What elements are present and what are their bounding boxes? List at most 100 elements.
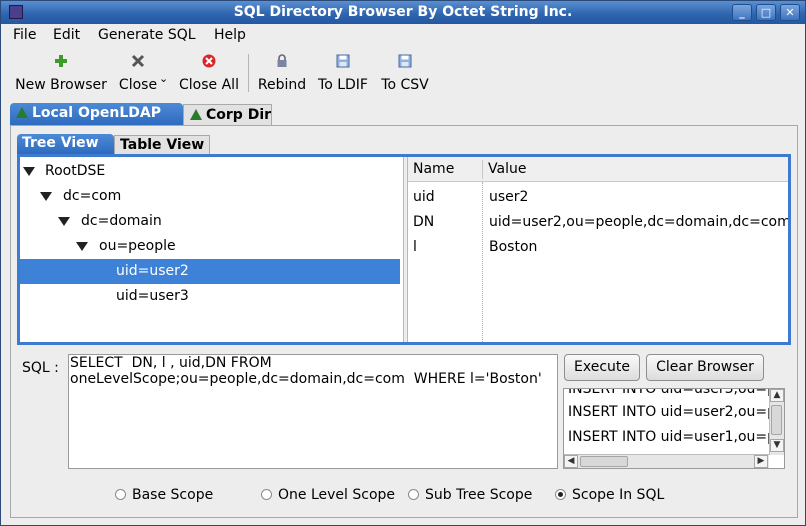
attribute-name: DN xyxy=(413,214,435,230)
maximize-button[interactable]: □ xyxy=(756,4,776,21)
horizontal-scrollbar[interactable]: ◀ ▶ xyxy=(564,454,769,468)
scroll-thumb[interactable] xyxy=(580,456,628,467)
sql-query-input[interactable]: SELECT DN, l , uid,DN FROM oneLevelScope… xyxy=(68,354,558,469)
attribute-table[interactable]: Name Value uid user2 DN uid=user2,ou=peo… xyxy=(408,157,788,342)
to-ldif-button[interactable]: To LDIF xyxy=(317,54,369,93)
menu-file[interactable]: File xyxy=(13,27,36,43)
column-header-name[interactable]: Name xyxy=(413,161,454,177)
sql-label: SQL : xyxy=(22,360,59,376)
table-row[interactable]: DN uid=user2,ou=people,dc=domain,dc=com xyxy=(408,210,788,235)
plus-icon xyxy=(55,55,67,67)
list-item[interactable]: INSERT INTO uid=user2,ou=people xyxy=(568,404,784,420)
scroll-up-icon[interactable]: ▲ xyxy=(770,389,784,402)
tree-view-panel: RootDSE dc=com dc=domain ou=people uid=u… xyxy=(17,154,791,345)
rebind-button[interactable]: Rebind xyxy=(257,54,307,93)
tree-node-label: uid=user3 xyxy=(116,288,189,304)
menu-edit[interactable]: Edit xyxy=(53,27,80,43)
scroll-down-icon[interactable]: ▼ xyxy=(770,439,784,452)
tree-node[interactable]: dc=com xyxy=(20,184,400,209)
list-item[interactable]: INSERT INTO uid=user1,ou=people xyxy=(568,429,784,445)
tree-node-selected[interactable]: uid=user2 xyxy=(20,259,400,284)
tree-node-label: dc=com xyxy=(63,188,122,204)
save-icon xyxy=(398,54,412,68)
close-all-button[interactable]: Close All xyxy=(177,54,241,93)
tab-table-view[interactable]: Table View xyxy=(114,135,210,155)
radio-button[interactable] xyxy=(408,489,419,500)
minimize-icon: _ xyxy=(739,6,745,19)
menu-help[interactable]: Help xyxy=(214,27,246,43)
window-title: SQL Directory Browser By Octet String In… xyxy=(233,4,573,20)
directory-triangle-icon xyxy=(190,109,202,120)
expanded-arrow-icon[interactable] xyxy=(76,242,88,251)
to-csv-button[interactable]: To CSV xyxy=(380,54,430,93)
expanded-arrow-icon[interactable] xyxy=(23,167,35,176)
radio-label: One Level Scope xyxy=(278,487,396,503)
tree-node-label: RootDSE xyxy=(45,163,106,179)
radio-button[interactable] xyxy=(115,489,126,500)
scroll-left-icon[interactable]: ◀ xyxy=(564,455,578,468)
tree-node-label: dc=domain xyxy=(81,213,162,229)
table-row[interactable]: uid user2 xyxy=(408,185,788,210)
tab-corp-dir-label: Corp Dir xyxy=(206,107,272,123)
close-label: Close xyxy=(118,77,158,93)
radio-one-level-scope[interactable]: One Level Scope xyxy=(261,487,395,503)
tab-corp-dir[interactable]: Corp Dir xyxy=(183,104,272,126)
close-all-label: Close All xyxy=(179,77,239,93)
directory-triangle-icon xyxy=(16,107,28,118)
table-row[interactable]: l Boston xyxy=(408,235,788,260)
lock-icon xyxy=(277,54,287,67)
attribute-value: uid=user2,ou=people,dc=domain,dc=com xyxy=(489,214,788,230)
tab-local-openldap[interactable]: Local OpenLDAP xyxy=(10,103,183,125)
close-dropdown-chevron-icon[interactable]: ⌄ xyxy=(159,72,168,85)
to-ldif-label: To LDIF xyxy=(318,77,368,93)
tree-node[interactable]: dc=domain xyxy=(20,209,400,234)
tab-local-openldap-label: Local OpenLDAP xyxy=(32,105,161,121)
table-header: Name Value xyxy=(408,157,788,182)
expanded-arrow-icon[interactable] xyxy=(40,192,52,201)
app-window: SQL Directory Browser By Octet String In… xyxy=(0,0,806,526)
close-window-button[interactable]: ✕ xyxy=(780,4,800,21)
tree-node-label: ou=people xyxy=(99,238,176,254)
tree-node[interactable]: ou=people xyxy=(20,234,400,259)
list-item[interactable]: INSERT INTO uid=user3,ou=people xyxy=(568,389,784,397)
to-csv-label: To CSV xyxy=(381,77,429,93)
attribute-name: uid xyxy=(413,189,435,205)
tree-node[interactable]: RootDSE xyxy=(20,159,400,184)
column-divider[interactable] xyxy=(482,160,483,179)
close-button[interactable]: Close xyxy=(116,54,160,93)
directory-tree[interactable]: RootDSE dc=com dc=domain ou=people uid=u… xyxy=(20,157,403,342)
close-tab-icon xyxy=(131,54,145,68)
vertical-scrollbar[interactable]: ▲ ▼ xyxy=(769,389,784,455)
radio-scope-in-sql[interactable]: Scope In SQL xyxy=(555,487,664,503)
tree-node[interactable]: uid=user3 xyxy=(20,284,400,309)
column-header-value[interactable]: Value xyxy=(488,161,526,177)
title-bar[interactable]: SQL Directory Browser By Octet String In… xyxy=(1,1,805,24)
close-all-icon xyxy=(202,54,216,68)
radio-base-scope[interactable]: Base Scope xyxy=(115,487,213,503)
tab-tree-view[interactable]: Tree View xyxy=(17,134,114,154)
radio-label: Scope In SQL xyxy=(572,487,665,503)
radio-label: Sub Tree Scope xyxy=(425,487,533,503)
scroll-thumb[interactable] xyxy=(771,405,782,435)
tree-node-label: uid=user2 xyxy=(116,263,189,279)
radio-sub-tree-scope[interactable]: Sub Tree Scope xyxy=(408,487,532,503)
radio-button-selected[interactable] xyxy=(555,489,566,500)
maximize-icon: □ xyxy=(760,6,772,19)
attribute-value: Boston xyxy=(489,239,538,255)
sql-history-list[interactable]: INSERT INTO uid=user3,ou=people INSERT I… xyxy=(563,388,785,469)
attribute-value: user2 xyxy=(489,189,529,205)
close-icon: ✕ xyxy=(785,6,795,19)
new-browser-button[interactable]: New Browser xyxy=(14,54,108,93)
menu-bar: File Edit Generate SQL Help xyxy=(1,24,805,46)
clear-browser-button[interactable]: Clear Browser xyxy=(646,354,764,381)
save-icon xyxy=(336,54,350,68)
new-browser-label: New Browser xyxy=(15,77,107,93)
expanded-arrow-icon[interactable] xyxy=(58,217,70,226)
scroll-right-icon[interactable]: ▶ xyxy=(754,455,768,468)
rebind-label: Rebind xyxy=(257,77,307,93)
execute-button[interactable]: Execute xyxy=(564,354,640,381)
toolbar: New Browser Close ⌄ Close All Rebind To … xyxy=(1,48,805,98)
minimize-button[interactable]: _ xyxy=(732,4,752,21)
radio-button[interactable] xyxy=(261,489,272,500)
menu-generate-sql[interactable]: Generate SQL xyxy=(98,27,196,43)
